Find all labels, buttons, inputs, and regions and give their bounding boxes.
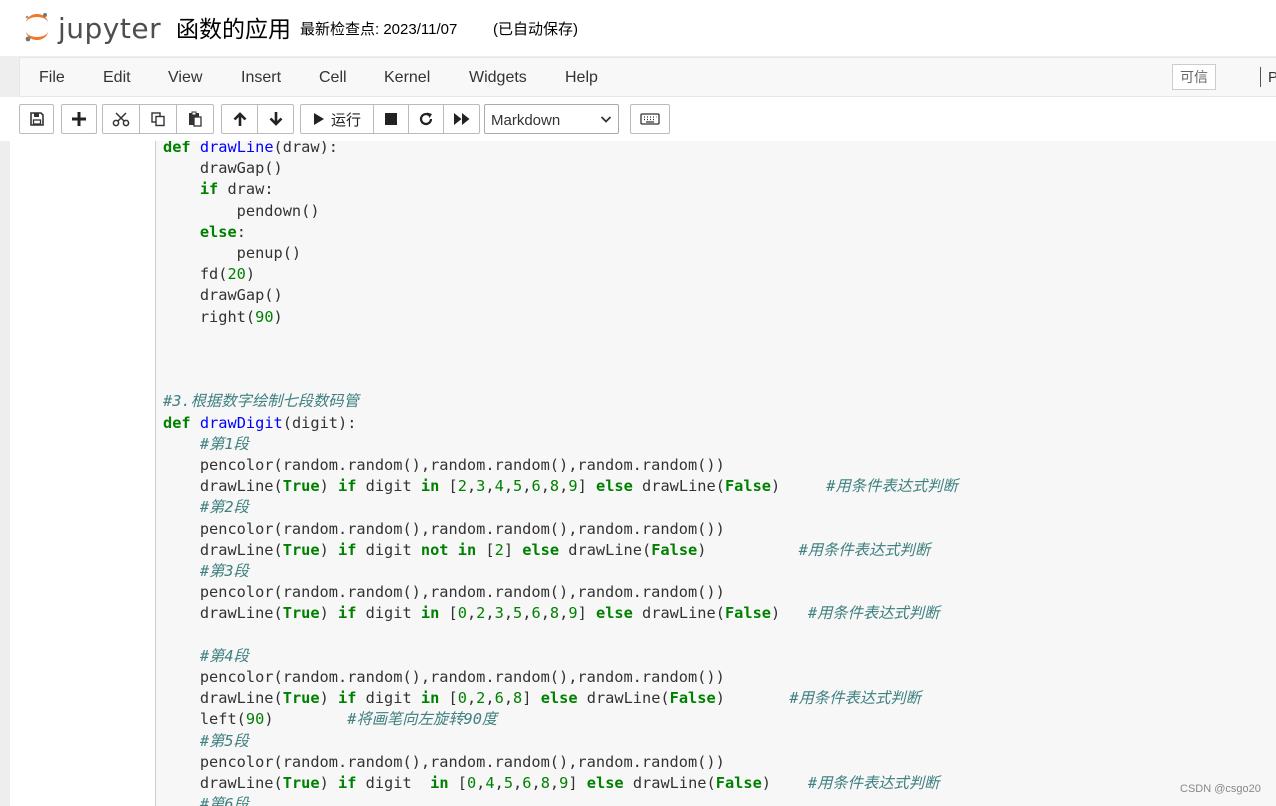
interrupt-button[interactable] <box>373 104 409 134</box>
menu-widgets[interactable]: Widgets <box>469 69 527 87</box>
code-line[interactable]: pendown() <box>163 202 320 220</box>
autosave-status: (已自动保存) <box>493 21 578 38</box>
cut-icon <box>112 112 130 127</box>
menu-view[interactable]: View <box>168 69 202 87</box>
restart-run-all-button[interactable] <box>443 104 480 134</box>
save-button[interactable] <box>19 104 54 134</box>
code-line[interactable]: else: <box>163 223 246 241</box>
notebook-title[interactable]: 函数的应用 <box>176 10 291 44</box>
code-line[interactable]: pencolor(random.random(),random.random()… <box>163 583 725 601</box>
code-cell-input[interactable]: def drawLine(draw): drawGap() if draw: p… <box>155 141 1276 806</box>
code-line[interactable]: drawGap() <box>163 286 283 304</box>
arrow-down-icon <box>269 112 282 126</box>
logo-text: jupyter <box>58 12 162 45</box>
code-line[interactable]: #3.根据数字绘制七段数码管 <box>163 392 359 410</box>
keyboard-icon <box>640 113 660 125</box>
fast-forward-icon <box>453 113 469 125</box>
menu-cell[interactable]: Cell <box>319 69 347 87</box>
code-line[interactable]: penup() <box>163 244 301 262</box>
menubar: File Edit View Insert Cell Kernel Widget… <box>19 57 1276 97</box>
notebook-container: def drawLine(draw): drawGap() if draw: p… <box>10 141 1276 806</box>
menu-help[interactable]: Help <box>565 69 598 87</box>
code-line[interactable]: drawLine(True) if digit in [0,2,6,8] els… <box>163 689 921 707</box>
save-icon <box>29 112 44 126</box>
insert-cell-button[interactable] <box>61 104 97 134</box>
code-line[interactable]: drawLine(True) if digit in [0,2,3,5,6,8,… <box>163 604 940 622</box>
run-button[interactable]: 运行 <box>300 104 374 134</box>
code-line[interactable]: #第5段 <box>163 732 249 750</box>
watermark: CSDN @csgo20 <box>1180 783 1261 795</box>
plus-icon <box>72 112 86 126</box>
run-label: 运行 <box>330 111 361 129</box>
code-line[interactable]: #第1段 <box>163 435 249 453</box>
code-line[interactable]: if draw: <box>163 180 274 198</box>
move-down-button[interactable] <box>257 104 294 134</box>
paste-icon <box>189 111 202 127</box>
code-line[interactable]: drawLine(True) if digit not in [2] else … <box>163 541 930 559</box>
code-line[interactable]: left(90) #将画笔向左旋转90度 <box>163 710 497 728</box>
code-editor[interactable]: def drawLine(draw): drawGap() if draw: p… <box>163 141 958 806</box>
jupyter-logo[interactable]: jupyter <box>22 9 162 47</box>
code-line[interactable]: drawLine(True) if digit in [0,4,5,6,8,9]… <box>163 774 940 792</box>
stop-icon <box>385 113 397 125</box>
menu-edit[interactable]: Edit <box>103 69 131 87</box>
code-line[interactable]: #第6段 <box>163 795 249 806</box>
restart-icon <box>419 112 433 126</box>
jupyter-ring-icon <box>25 13 48 42</box>
code-line[interactable]: drawLine(True) if digit in [2,3,4,5,6,8,… <box>163 477 958 495</box>
code-line[interactable]: def drawDigit(digit): <box>163 414 356 432</box>
copy-icon <box>151 112 165 127</box>
notebook-header: jupyter 函数的应用 最新检查点: 2023/11/07 (已自动保存) <box>0 0 1276 56</box>
menu-insert[interactable]: Insert <box>241 69 281 87</box>
code-line[interactable]: fd(20) <box>163 265 255 283</box>
code-line[interactable]: pencolor(random.random(),random.random()… <box>163 753 725 771</box>
arrow-up-icon <box>233 112 246 126</box>
cell-type-value: Markdown <box>491 112 561 129</box>
restart-button[interactable] <box>408 104 444 134</box>
code-line[interactable]: right(90) <box>163 308 283 326</box>
kernel-name[interactable]: P <box>1268 69 1276 86</box>
code-line[interactable]: #第4段 <box>163 647 249 665</box>
code-line[interactable]: def drawLine(draw): <box>163 141 338 156</box>
code-line[interactable]: #第2段 <box>163 498 249 516</box>
menu-kernel[interactable]: Kernel <box>384 69 430 87</box>
play-icon <box>313 113 324 125</box>
menu-file[interactable]: File <box>39 69 65 87</box>
code-line[interactable]: drawGap() <box>163 159 283 177</box>
code-line[interactable]: pencolor(random.random(),random.random()… <box>163 668 725 686</box>
checkpoint-status: 最新检查点: 2023/11/07 <box>300 21 458 38</box>
chevron-down-icon <box>600 116 612 123</box>
copy-button[interactable] <box>139 104 177 134</box>
cut-button[interactable] <box>102 104 140 134</box>
code-line[interactable]: pencolor(random.random(),random.random()… <box>163 456 725 474</box>
code-line[interactable]: #第3段 <box>163 562 249 580</box>
paste-button[interactable] <box>176 104 214 134</box>
toolbar: 运行 <box>0 97 1276 141</box>
menu-separator <box>1260 67 1261 87</box>
move-up-button[interactable] <box>221 104 258 134</box>
trusted-indicator[interactable]: 可信 <box>1172 64 1216 90</box>
code-line[interactable]: pencolor(random.random(),random.random()… <box>163 520 725 538</box>
cell-type-select[interactable]: Markdown <box>484 104 619 134</box>
command-palette-button[interactable] <box>630 104 670 134</box>
